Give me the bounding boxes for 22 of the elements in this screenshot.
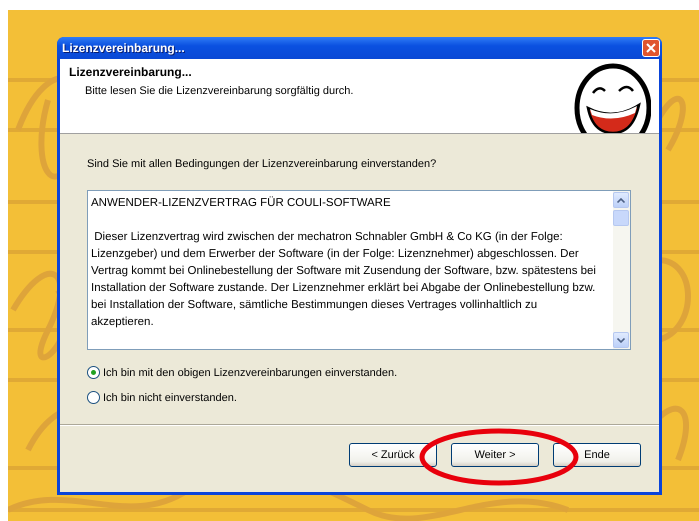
header-subtitle: Bitte lesen Sie die Lizenzvereinbarung sorgfältig durch. [84,85,354,97]
dialog-button[interactable]: Ende [553,443,641,467]
radio-button[interactable] [87,366,100,379]
license-paragraph: ANWENDER-LIZENZVERTRAG FÜR COULI-SOFTWARE [91,195,392,211]
option-label[interactable]: Ich bin mit den obigen Lizenzvereinbarungen einverstanden. [103,366,398,378]
scrollbar[interactable] [613,191,630,349]
down-chevron-icon [617,338,625,342]
close-button[interactable] [642,39,660,57]
scroll-up-button[interactable] [613,192,629,208]
radio-button[interactable] [87,391,100,404]
option-label[interactable]: Ich bin nicht einverstanden. [103,392,237,404]
window-title: Lizenzvereinbarung... [62,41,185,55]
license-paragraph: Dieser Lizenzvertrag wird zwischen der mechatron Schnabler GmbH & Co KG (in der Folge: Lizenzgeber) und dem Erwerber der Software (in der Folge: Lizenznehmer) abgeschlossen. Der Vertrag kommt bei Onlinebestellung der Software mit Zusendung der Software, bzw. spätestens bei Installation der Software zustande. Der Lizenznehmer erklärt bei Abgabe der Onlinebestellung bzw. bei Installation der Software, sämtliche Bestimmungen dieses Vertrages vollinhaltlich zu akzeptieren. [91,230,596,330]
dialog-button[interactable]: < Zurück [349,443,437,467]
scroll-down-button[interactable] [613,332,629,348]
dialog-button[interactable]: Weiter > [451,443,539,467]
header-title: Lizenzvereinbarung... [69,65,193,79]
scroll-thumb[interactable] [613,210,629,226]
question-text: Sind Sie mit allen Bedingungen der Lizenzvereinbarung einverstanden? [87,158,438,170]
close-icon [646,43,656,53]
license-text-box[interactable] [87,190,631,350]
up-chevron-icon [617,198,625,202]
